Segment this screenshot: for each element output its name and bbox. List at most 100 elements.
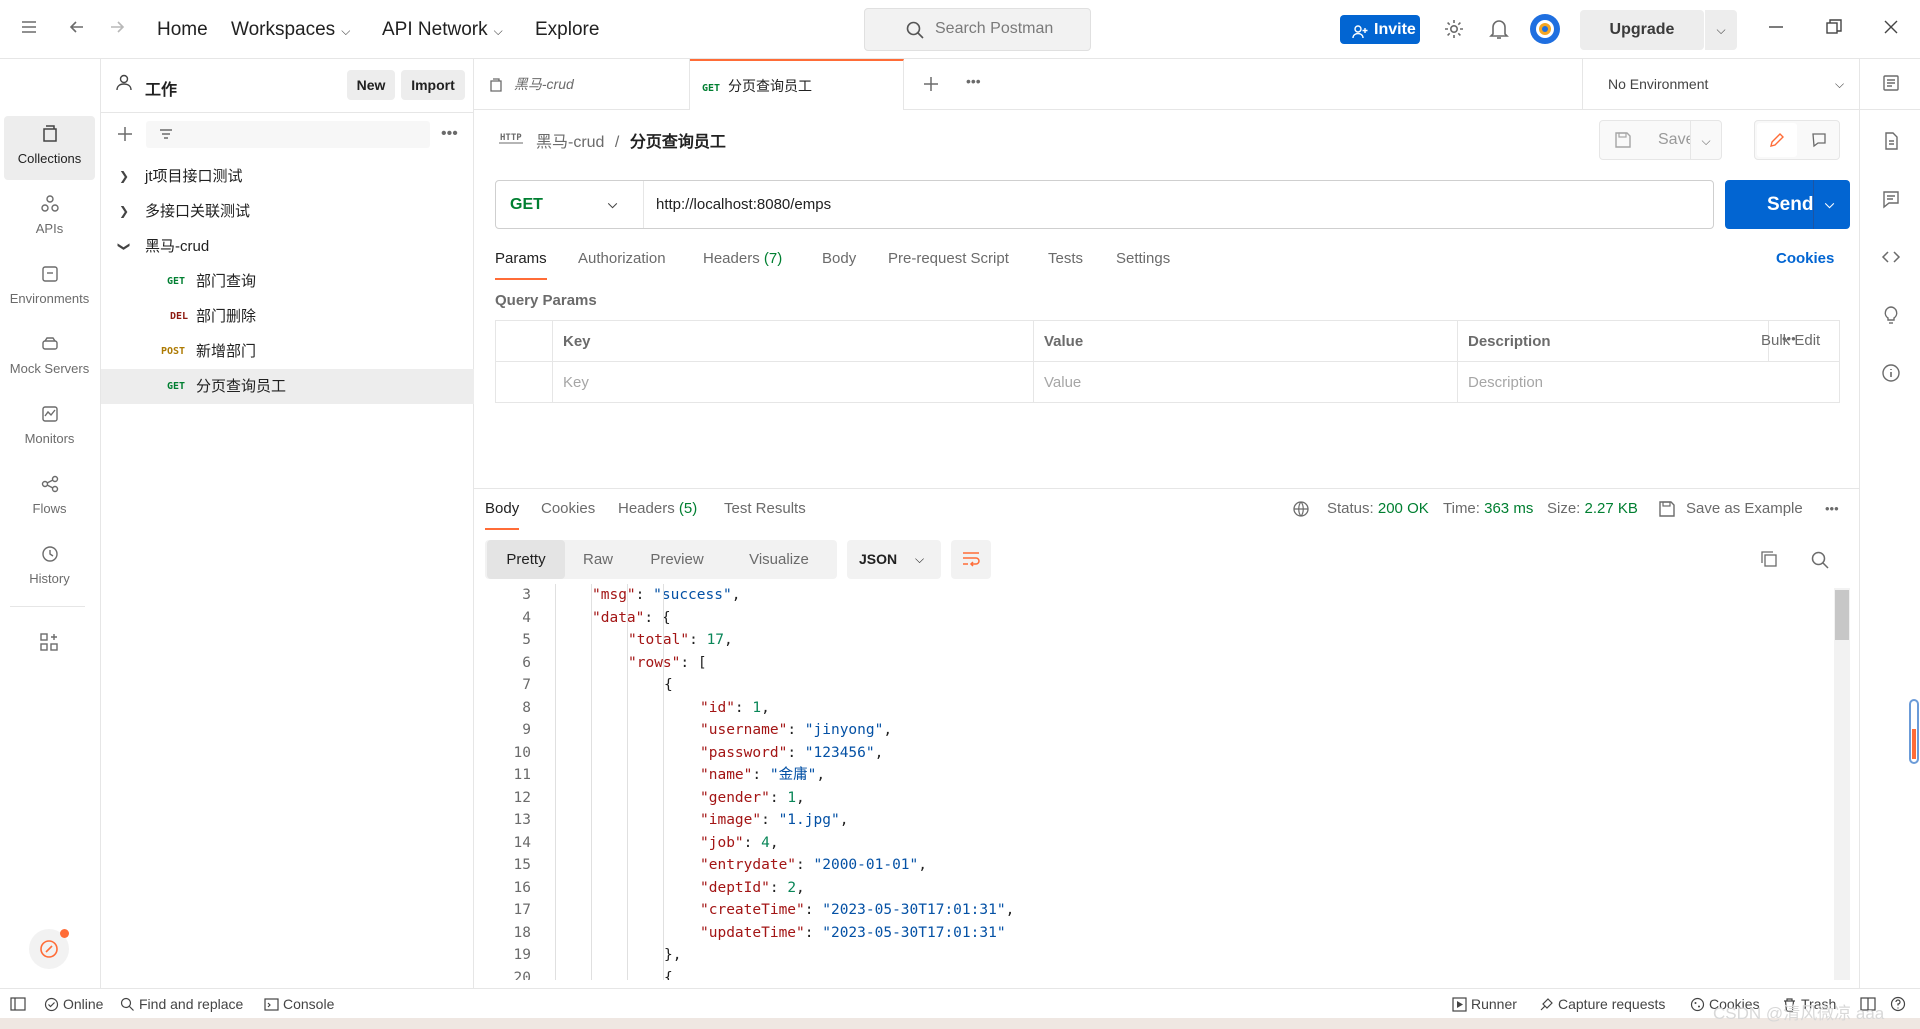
tab-params[interactable]: Params	[495, 250, 547, 280]
view-visualize[interactable]: Visualize	[723, 540, 835, 579]
environment-selector[interactable]: No Environment ⌵	[1582, 59, 1860, 110]
response-body-code[interactable]: 3 "msg": "success", 4 "data": {5 "total": 17…	[474, 584, 1834, 980]
lightbulb-icon[interactable]	[1880, 305, 1902, 327]
console[interactable]: Console	[264, 996, 334, 1012]
tab-tests[interactable]: Tests	[1048, 250, 1083, 267]
method-select[interactable]: GET ⌵	[496, 181, 644, 228]
environment-quick-look-icon[interactable]	[1880, 73, 1902, 95]
rail-item-collections[interactable]: Collections	[4, 116, 95, 180]
rail-item-environments[interactable]: Environments	[4, 256, 95, 320]
tab-collection[interactable]: 黑马-crud	[474, 59, 690, 110]
request-item[interactable]: POST 新增部门	[101, 334, 474, 369]
key-input[interactable]: Key	[553, 362, 1034, 403]
view-raw[interactable]: Raw	[565, 540, 631, 579]
rail-item-history[interactable]: History	[4, 536, 95, 600]
settings-gear-icon[interactable]	[1443, 18, 1465, 40]
wrap-lines-icon[interactable]	[951, 540, 991, 579]
tab-options-icon[interactable]: •••	[966, 73, 981, 89]
nav-workspaces[interactable]: Workspaces ⌵	[231, 19, 350, 41]
rail-item-mock-servers[interactable]: Mock Servers	[4, 326, 95, 390]
code-scrollbar-thumb[interactable]	[1835, 590, 1849, 640]
invite-button[interactable]: Invite	[1340, 15, 1420, 44]
tab-prerequest-script[interactable]: Pre-request Script	[888, 250, 1009, 267]
updates-icon[interactable]	[29, 929, 69, 969]
new-tab-plus-icon[interactable]	[922, 75, 940, 96]
view-preview[interactable]: Preview	[631, 540, 723, 579]
breadcrumb-request-name[interactable]: 分页查询员工	[630, 134, 726, 151]
rail-item-flows[interactable]: Flows	[4, 466, 95, 530]
save-as-example-button[interactable]: Save as Example	[1686, 500, 1803, 517]
line-number: 15	[513, 857, 531, 873]
description-input[interactable]: Description	[1458, 362, 1839, 403]
code-icon[interactable]	[1880, 247, 1902, 269]
menu-icon[interactable]	[18, 18, 40, 40]
close-window-icon[interactable]	[1880, 18, 1902, 40]
find-and-replace[interactable]: Find and replace	[120, 996, 243, 1012]
status-info[interactable]: Status: 200 OK	[1327, 500, 1429, 517]
collection-item[interactable]: ❯ 多接口关联测试	[101, 194, 474, 229]
bulk-edit-link[interactable]: Bulk Edit	[1761, 332, 1820, 349]
resp-tab-cookies[interactable]: Cookies	[541, 500, 595, 517]
search-input[interactable]: Search Postman	[864, 8, 1091, 51]
online-status[interactable]: Online	[44, 996, 103, 1012]
capture-requests[interactable]: Capture requests	[1539, 996, 1665, 1012]
restore-window-icon[interactable]	[1823, 18, 1845, 40]
rail-item-apis[interactable]: APIs	[4, 186, 95, 250]
tab-request[interactable]: GET 分页查询员工	[690, 59, 904, 110]
resp-tab-headers[interactable]: Headers (5)	[618, 500, 697, 517]
upgrade-dropdown-chevron-icon[interactable]: ⌵	[1705, 10, 1737, 50]
request-item[interactable]: GET 分页查询员工	[101, 369, 474, 404]
configure-workbench-icon[interactable]	[39, 632, 59, 655]
filter-input[interactable]	[146, 121, 430, 148]
comment-toggle-icon[interactable]	[1799, 123, 1839, 157]
nav-explore[interactable]: Explore	[535, 19, 599, 41]
view-pretty[interactable]: Pretty	[487, 540, 565, 579]
tab-settings[interactable]: Settings	[1116, 250, 1170, 267]
import-button[interactable]: Import	[401, 70, 465, 100]
tab-authorization[interactable]: Authorization	[578, 250, 666, 267]
comments-icon[interactable]	[1880, 189, 1902, 211]
runner[interactable]: Runner	[1452, 996, 1517, 1012]
format-select[interactable]: JSON ⌵	[847, 540, 941, 579]
notification-bell-icon[interactable]	[1488, 18, 1510, 40]
time-info[interactable]: Time: 363 ms	[1443, 500, 1533, 517]
search-response-icon[interactable]	[1810, 550, 1830, 573]
code-scrollbar[interactable]	[1834, 588, 1850, 980]
request-item[interactable]: DEL 部门删除	[101, 299, 474, 334]
tab-body[interactable]: Body	[822, 250, 856, 267]
resp-tab-body[interactable]: Body	[485, 500, 520, 530]
send-dropdown-chevron-icon[interactable]: ⌵	[1825, 180, 1834, 229]
avatar[interactable]	[1530, 14, 1560, 44]
collection-item[interactable]: ❯ jt项目接口测试	[101, 159, 474, 194]
request-item[interactable]: GET 部门查询	[101, 264, 474, 299]
copy-icon[interactable]	[1760, 550, 1778, 571]
more-options-icon[interactable]: •••	[441, 125, 458, 143]
minimize-icon[interactable]	[1765, 18, 1787, 40]
value-input[interactable]: Value	[1034, 362, 1458, 403]
globe-icon[interactable]	[1292, 500, 1310, 521]
save-dropdown-chevron-icon[interactable]: ⌵	[1690, 120, 1722, 160]
breadcrumb-collection[interactable]: 黑马-crud	[536, 134, 604, 151]
toggle-sidebar-icon[interactable]	[10, 996, 26, 1015]
size-info[interactable]: Size: 2.27 KB	[1547, 500, 1638, 517]
edit-pencil-icon[interactable]	[1757, 123, 1797, 157]
forward-arrow-icon[interactable]	[106, 18, 128, 40]
upgrade-button[interactable]: Upgrade	[1580, 10, 1704, 50]
response-more-options-icon[interactable]: •••	[1825, 501, 1839, 516]
url-input[interactable]: http://localhost:8080/emps	[656, 181, 831, 228]
tab-headers[interactable]: Headers (7)	[703, 250, 782, 267]
info-icon[interactable]	[1880, 363, 1902, 385]
resp-tab-test-results[interactable]: Test Results	[724, 500, 806, 517]
code-token: ,	[724, 632, 733, 648]
help-icon[interactable]	[1890, 996, 1906, 1015]
cookies-link[interactable]: Cookies	[1776, 250, 1834, 267]
nav-home[interactable]: Home	[157, 19, 208, 41]
back-arrow-icon[interactable]	[66, 18, 88, 40]
send-button[interactable]: Send ⌵	[1725, 180, 1850, 229]
add-collection-plus-icon[interactable]	[116, 125, 134, 146]
documentation-icon[interactable]	[1880, 131, 1902, 153]
new-button[interactable]: New	[347, 70, 395, 100]
rail-item-monitors[interactable]: Monitors	[4, 396, 95, 460]
nav-api-network[interactable]: API Network ⌵	[382, 19, 503, 41]
collection-item[interactable]: ❯ 黑马-crud	[101, 229, 474, 264]
